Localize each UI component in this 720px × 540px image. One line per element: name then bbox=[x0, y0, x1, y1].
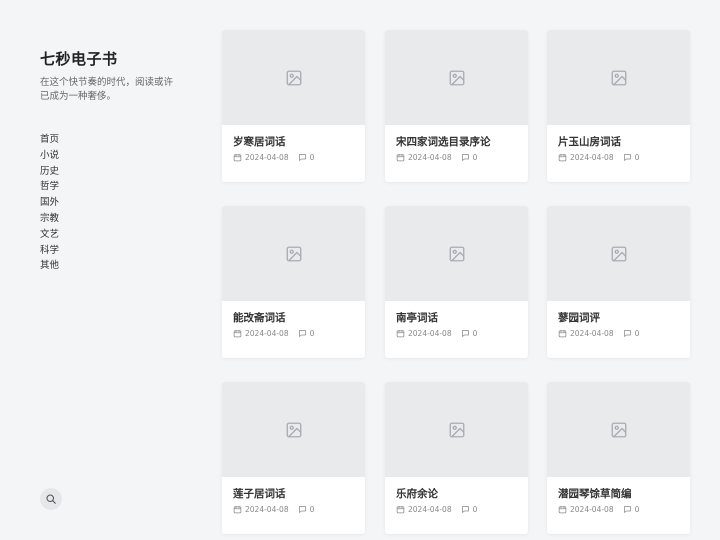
post-title[interactable]: 能改斋词话 bbox=[233, 310, 286, 325]
calendar-icon bbox=[558, 153, 567, 162]
post-title[interactable]: 宋四家词选目录序论 bbox=[396, 134, 491, 149]
calendar-icon bbox=[396, 329, 405, 338]
comment-icon bbox=[623, 329, 632, 338]
calendar-icon bbox=[396, 505, 405, 514]
comment-icon bbox=[461, 505, 470, 514]
post-title[interactable]: 潜园琴馀草简编 bbox=[558, 486, 632, 501]
post-comment-count: 0 bbox=[634, 505, 640, 514]
post-meta: 2024-04-08 0 bbox=[558, 153, 639, 162]
search-button[interactable] bbox=[40, 488, 62, 510]
nav-item-home[interactable]: 首页 bbox=[40, 132, 59, 148]
post-comment-count: 0 bbox=[472, 153, 478, 162]
image-placeholder-icon bbox=[611, 70, 626, 85]
post-thumbnail[interactable] bbox=[385, 30, 528, 125]
search-icon bbox=[46, 494, 56, 504]
post-comment-count: 0 bbox=[634, 153, 640, 162]
comment-icon bbox=[623, 505, 632, 514]
calendar-icon bbox=[396, 153, 405, 162]
post-thumbnail[interactable] bbox=[547, 382, 690, 477]
post-card[interactable]: 能改斋词话 2024-04-08 0 bbox=[222, 206, 365, 358]
image-placeholder-icon bbox=[286, 70, 301, 85]
post-meta: 2024-04-08 0 bbox=[396, 153, 477, 162]
image-placeholder-icon bbox=[286, 422, 301, 437]
comment-icon bbox=[298, 153, 307, 162]
post-card[interactable]: 蓼园词评 2024-04-08 0 bbox=[547, 206, 690, 358]
post-thumbnail[interactable] bbox=[222, 30, 365, 125]
image-placeholder-icon bbox=[449, 246, 464, 261]
post-card[interactable]: 宋四家词选目录序论 2024-04-08 0 bbox=[385, 30, 528, 182]
nav-item-foreign[interactable]: 国外 bbox=[40, 195, 59, 211]
nav-item-novel[interactable]: 小说 bbox=[40, 148, 59, 164]
post-date: 2024-04-08 bbox=[570, 505, 614, 514]
comment-icon bbox=[461, 329, 470, 338]
post-comment-count: 0 bbox=[634, 329, 640, 338]
calendar-icon bbox=[558, 329, 567, 338]
post-card[interactable]: 片玉山房词话 2024-04-08 0 bbox=[547, 30, 690, 182]
image-placeholder-icon bbox=[611, 246, 626, 261]
post-comment-count: 0 bbox=[309, 153, 315, 162]
post-title[interactable]: 乐府余论 bbox=[396, 486, 438, 501]
post-thumbnail[interactable] bbox=[547, 206, 690, 301]
site-description: 在这个快节奏的时代，阅读或许已成为一种奢侈。 bbox=[40, 77, 174, 102]
image-placeholder-icon bbox=[611, 422, 626, 437]
post-meta: 2024-04-08 0 bbox=[233, 505, 314, 514]
nav-item-philosophy[interactable]: 哲学 bbox=[40, 179, 59, 195]
site-title[interactable]: 七秒电子书 bbox=[40, 48, 118, 69]
post-card[interactable]: 乐府余论 2024-04-08 0 bbox=[385, 382, 528, 534]
post-date: 2024-04-08 bbox=[245, 329, 289, 338]
calendar-icon bbox=[233, 329, 242, 338]
post-date: 2024-04-08 bbox=[408, 329, 452, 338]
post-card[interactable]: 潜园琴馀草简编 2024-04-08 0 bbox=[547, 382, 690, 534]
nav-menu: 首页 小说 历史 哲学 国外 宗教 文艺 科学 其他 bbox=[40, 132, 59, 274]
comment-icon bbox=[298, 329, 307, 338]
image-placeholder-icon bbox=[449, 422, 464, 437]
post-date: 2024-04-08 bbox=[408, 153, 452, 162]
post-title[interactable]: 片玉山房词话 bbox=[558, 134, 621, 149]
post-meta: 2024-04-08 0 bbox=[233, 329, 314, 338]
post-meta: 2024-04-08 0 bbox=[233, 153, 314, 162]
post-comment-count: 0 bbox=[309, 505, 315, 514]
post-comment-count: 0 bbox=[472, 505, 478, 514]
post-meta: 2024-04-08 0 bbox=[396, 329, 477, 338]
post-date: 2024-04-08 bbox=[245, 153, 289, 162]
post-meta: 2024-04-08 0 bbox=[396, 505, 477, 514]
post-date: 2024-04-08 bbox=[245, 505, 289, 514]
post-title[interactable]: 莲子居词话 bbox=[233, 486, 286, 501]
post-thumbnail[interactable] bbox=[385, 382, 528, 477]
post-thumbnail[interactable] bbox=[222, 206, 365, 301]
comment-icon bbox=[623, 153, 632, 162]
post-date: 2024-04-08 bbox=[408, 505, 452, 514]
post-title[interactable]: 岁寒居词话 bbox=[233, 134, 286, 149]
calendar-icon bbox=[558, 505, 567, 514]
nav-item-other[interactable]: 其他 bbox=[40, 258, 59, 274]
comment-icon bbox=[461, 153, 470, 162]
calendar-icon bbox=[233, 153, 242, 162]
nav-item-history[interactable]: 历史 bbox=[40, 164, 59, 180]
image-placeholder-icon bbox=[286, 246, 301, 261]
post-card[interactable]: 岁寒居词话 2024-04-08 0 bbox=[222, 30, 365, 182]
comment-icon bbox=[298, 505, 307, 514]
image-placeholder-icon bbox=[449, 70, 464, 85]
nav-item-science[interactable]: 科学 bbox=[40, 243, 59, 259]
post-title[interactable]: 南亭词话 bbox=[396, 310, 438, 325]
post-thumbnail[interactable] bbox=[547, 30, 690, 125]
post-meta: 2024-04-08 0 bbox=[558, 329, 639, 338]
post-thumbnail[interactable] bbox=[385, 206, 528, 301]
post-thumbnail[interactable] bbox=[222, 382, 365, 477]
post-meta: 2024-04-08 0 bbox=[558, 505, 639, 514]
post-title[interactable]: 蓼园词评 bbox=[558, 310, 600, 325]
post-date: 2024-04-08 bbox=[570, 329, 614, 338]
post-card[interactable]: 南亭词话 2024-04-08 0 bbox=[385, 206, 528, 358]
calendar-icon bbox=[233, 505, 242, 514]
post-card[interactable]: 莲子居词话 2024-04-08 0 bbox=[222, 382, 365, 534]
sidebar: 七秒电子书 在这个快节奏的时代，阅读或许已成为一种奢侈。 首页 小说 历史 哲学… bbox=[0, 0, 200, 540]
nav-item-religion[interactable]: 宗教 bbox=[40, 211, 59, 227]
nav-item-arts[interactable]: 文艺 bbox=[40, 227, 59, 243]
post-date: 2024-04-08 bbox=[570, 153, 614, 162]
post-comment-count: 0 bbox=[309, 329, 315, 338]
post-comment-count: 0 bbox=[472, 329, 478, 338]
